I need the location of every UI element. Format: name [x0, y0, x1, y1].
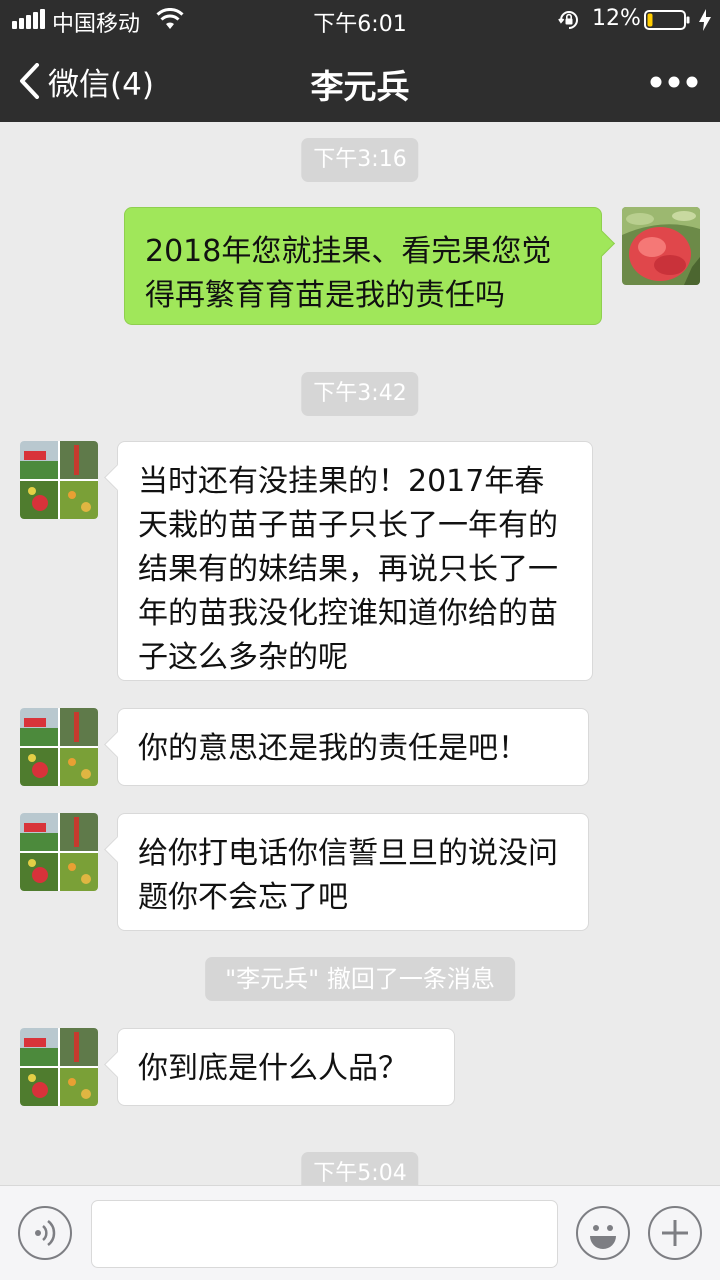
plus-icon	[662, 1220, 688, 1246]
chevron-left-icon	[20, 63, 39, 99]
back-button[interactable]: 微信(4)	[18, 61, 154, 103]
input-bar	[0, 1185, 720, 1280]
message-input[interactable]	[91, 1200, 558, 1268]
more-dots-icon[interactable]	[644, 62, 704, 102]
incoming-message[interactable]: 当时还有没挂果的！2017年春天栽的苗子苗子只长了一年有的结果有的妹结果，再说只…	[117, 441, 593, 681]
header: 中国移动 下午6:01 12% 微信(4) 李元兵	[0, 0, 720, 122]
my-avatar[interactable]	[622, 207, 700, 285]
orchard-photo-icon	[20, 708, 98, 786]
incoming-message[interactable]: 你到底是什么人品？	[117, 1028, 455, 1106]
contact-avatar[interactable]	[20, 708, 98, 786]
incoming-message[interactable]: 给你打电话你信誓旦旦的说没问题你不会忘了吧	[117, 813, 589, 931]
voice-button[interactable]	[18, 1206, 72, 1260]
emoji-icon	[590, 1225, 616, 1249]
rotation-lock-icon	[558, 11, 578, 29]
chat-area[interactable]: 下午3:16 2018年您就挂果、看完果您觉得再繁育育苗是我的责任吗 下午3:4…	[0, 122, 720, 1185]
recall-notice: "李元兵" 撤回了一条消息	[205, 957, 515, 1001]
contact-avatar[interactable]	[20, 813, 98, 891]
nav-bar: 微信(4) 李元兵	[0, 38, 720, 122]
voice-icon	[35, 1220, 56, 1246]
orchard-photo-icon	[20, 1028, 98, 1106]
battery-icon	[644, 10, 690, 30]
timestamp: 下午3:16	[301, 138, 419, 182]
charging-bolt-icon	[699, 9, 711, 31]
timestamp: 下午3:42	[301, 372, 419, 416]
peach-photo-icon	[622, 207, 700, 285]
more-options-button[interactable]	[648, 1206, 702, 1260]
battery-percent: 12%	[592, 6, 641, 31]
orchard-photo-icon	[20, 813, 98, 891]
timestamp: 下午5:04	[301, 1152, 419, 1185]
contact-avatar[interactable]	[20, 441, 98, 519]
outgoing-message[interactable]: 2018年您就挂果、看完果您觉得再繁育育苗是我的责任吗	[124, 207, 602, 325]
contact-avatar[interactable]	[20, 1028, 98, 1106]
orchard-photo-icon	[20, 441, 98, 519]
incoming-message[interactable]: 你的意思还是我的责任是吧！	[117, 708, 589, 786]
emoji-button[interactable]	[576, 1206, 630, 1260]
back-label: 微信(4)	[48, 66, 154, 103]
status-bar: 中国移动 下午6:01 12%	[0, 0, 720, 38]
